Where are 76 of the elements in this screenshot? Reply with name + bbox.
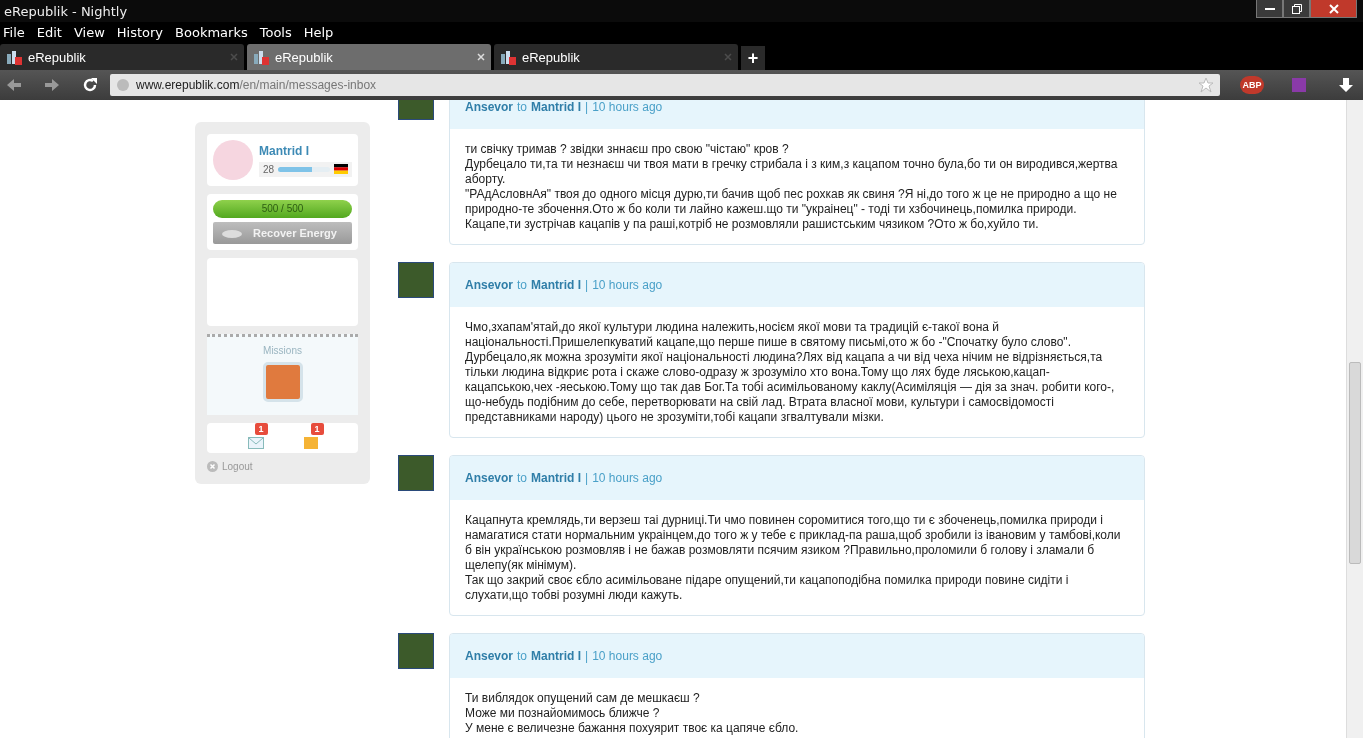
- address-field[interactable]: www.erepublik.com/en/main/messages-inbox: [110, 74, 1220, 96]
- browser-tab[interactable]: eRepublik: [0, 44, 244, 70]
- avatar-placeholder[interactable]: [398, 262, 434, 298]
- browser-tab[interactable]: eRepublik: [494, 44, 738, 70]
- count-badge: 1: [310, 423, 324, 435]
- message-text: Дурбецало ти,та ти незнаєш чи твоя мати в гречку стрибала і з ким,з кацапом точно була,бо ти он виродився,жертва аборту.: [465, 157, 1119, 187]
- message-text: У мене є величезне бажання похуярит твоє ка цапяче єбло.: [465, 721, 800, 736]
- menu-item[interactable]: Edit: [36, 24, 62, 40]
- separator-label: |: [585, 278, 589, 292]
- message-text: Чмо,зхапам'ятай,до якої культури людина належить,носієм якої мови та традицій є-такої вона й національності.Пришелепкуватий кацапе,що перше пише в святому письмі,ото ж бо -"Спочатку було слово". Дурбецало,як можна зрозуміти якої національності людина?Лях від кацапа а чи від чеха нічим не відрізняється,та тільки людина відкриє рота і скаже слово-одразу ж зрозуміло хто вона.Тому що лях буде ляською,кацап-кацапською,чех -яеською.Тому що так дав Бог.Та тобі асимільованому каклу(Асиміляція — дія за знач. робити кого-, що-небудь подібним до себе, перетворювати на свій лад. Втрата власної мови, культури і самосвідомості представниками народу) цього не зрозуміти,тобі кацапи згвалтували мізки.: [465, 320, 1116, 425]
- minimize-button[interactable]: [1256, 0, 1283, 18]
- restore-icon: [1291, 3, 1302, 14]
- close-icon: [207, 461, 218, 472]
- close-icon[interactable]: [230, 53, 238, 61]
- download-icon[interactable]: [1338, 77, 1354, 93]
- separator-label: |: [585, 649, 589, 663]
- message-text: Ти виблядок опущений сам де мешкаєш ?: [465, 691, 701, 706]
- recipient-link[interactable]: Mantrid I: [531, 100, 582, 114]
- message-time: 10 hours ago: [592, 649, 663, 663]
- message-text: ти свічку тримав ? звідки зннаєш про свою "чістаю" кров ?: [465, 142, 790, 157]
- forward-icon[interactable]: [44, 78, 60, 92]
- experience-bar: [278, 166, 330, 172]
- sender-link[interactable]: Ansevor: [465, 649, 514, 663]
- close-icon: [1328, 3, 1339, 14]
- chart-icon: [6, 49, 22, 65]
- globe-icon: [116, 78, 130, 92]
- close-button[interactable]: [1310, 0, 1357, 18]
- avatar-placeholder[interactable]: [398, 455, 434, 491]
- message-time: 10 hours ago: [592, 100, 663, 114]
- star-icon[interactable]: [1198, 77, 1214, 93]
- to-label: to: [517, 649, 528, 663]
- back-icon[interactable]: [6, 78, 22, 92]
- message-time: 10 hours ago: [592, 471, 663, 485]
- count-badge: 1: [254, 423, 268, 435]
- chart-icon: [253, 49, 269, 65]
- menu-item[interactable]: File: [3, 24, 25, 40]
- chart-icon: [500, 49, 516, 65]
- separator-label: |: [585, 100, 589, 114]
- message-text: Кацапе,ти зустрічав кацапів у па раші,котріб не розмовляли рашистським чязиком ?Ото ж бо,хуйло ти.: [465, 217, 1040, 232]
- message-text: Так що закрий своє єбло асимільоване підаре опущений,ти кацапоподібна помилка природи повине сидіти і слухати,що тобві розумні люди кажуть.: [465, 573, 1070, 603]
- menu-item[interactable]: History: [116, 24, 164, 40]
- to-label: to: [517, 471, 528, 485]
- scrollbar[interactable]: [1346, 100, 1363, 738]
- to-label: to: [517, 100, 528, 114]
- message-text: Може ми познайомимось ближче ?: [465, 706, 661, 721]
- menu-item[interactable]: Tools: [259, 24, 292, 40]
- adblock-button[interactable]: ABP: [1240, 76, 1264, 94]
- close-icon[interactable]: [724, 53, 732, 61]
- sender-link[interactable]: Ansevor: [465, 100, 514, 114]
- sender-link[interactable]: Ansevor: [465, 471, 514, 485]
- energy-reading: 500 / 500: [260, 203, 305, 214]
- message-time: 10 hours ago: [592, 278, 663, 292]
- restore-button[interactable]: [1283, 0, 1310, 18]
- new-tab-button[interactable]: +: [741, 46, 765, 70]
- menu-item[interactable]: Help: [303, 24, 334, 40]
- reload-icon[interactable]: [82, 77, 98, 93]
- flag-icon: [334, 164, 348, 174]
- message-text: Кацапнута кремлядь,ти верзеш таі дурниці.Ти чмо повинен соромитися того,що ти є збоченець,помилка природи і намагатися стати нормальним украінцем,до того ж у тебе є приклад-па раша,щоб зробили із івановим у тамбові,коли б він українською розмовляв і не бажав розмовляти псячим язиком ?Правильно,проломили б голову і зламали б щелепу(як мінімум).: [465, 513, 1122, 573]
- recipient-link[interactable]: Mantrid I: [531, 649, 582, 663]
- menu-item[interactable]: Bookmarks: [175, 24, 248, 40]
- mission-placeholder[interactable]: [262, 362, 303, 402]
- avatar-placeholder[interactable]: [398, 633, 434, 669]
- window-title: eRepublik - Nightly: [4, 3, 128, 19]
- message-text: "РАдАсловнАя" твоя до одного місця дурю,ти бачив щоб пес рохкав як свиня ?Я ні,до того ж це не природно а що не природно-те збочення.Ото ж бо коли ти лайно кажеш.що ти "украінец" - тоді ти хзбочинець,помилка природи.: [465, 187, 1118, 217]
- recipient-link[interactable]: Mantrid I: [531, 278, 582, 292]
- envelope-icon[interactable]: [247, 437, 264, 449]
- user-name[interactable]: Mantrid I: [259, 143, 352, 158]
- browser-tab[interactable]: eRepublik: [247, 44, 491, 70]
- level-number: 28: [263, 163, 275, 175]
- sender-link[interactable]: Ansevor: [465, 278, 514, 292]
- menu-item[interactable]: View: [73, 24, 105, 40]
- missions-label: Missions: [263, 345, 302, 356]
- avatar-placeholder: [213, 140, 253, 180]
- to-label: to: [517, 278, 528, 292]
- recipient-link[interactable]: Mantrid I: [531, 471, 582, 485]
- separator-label: |: [585, 471, 589, 485]
